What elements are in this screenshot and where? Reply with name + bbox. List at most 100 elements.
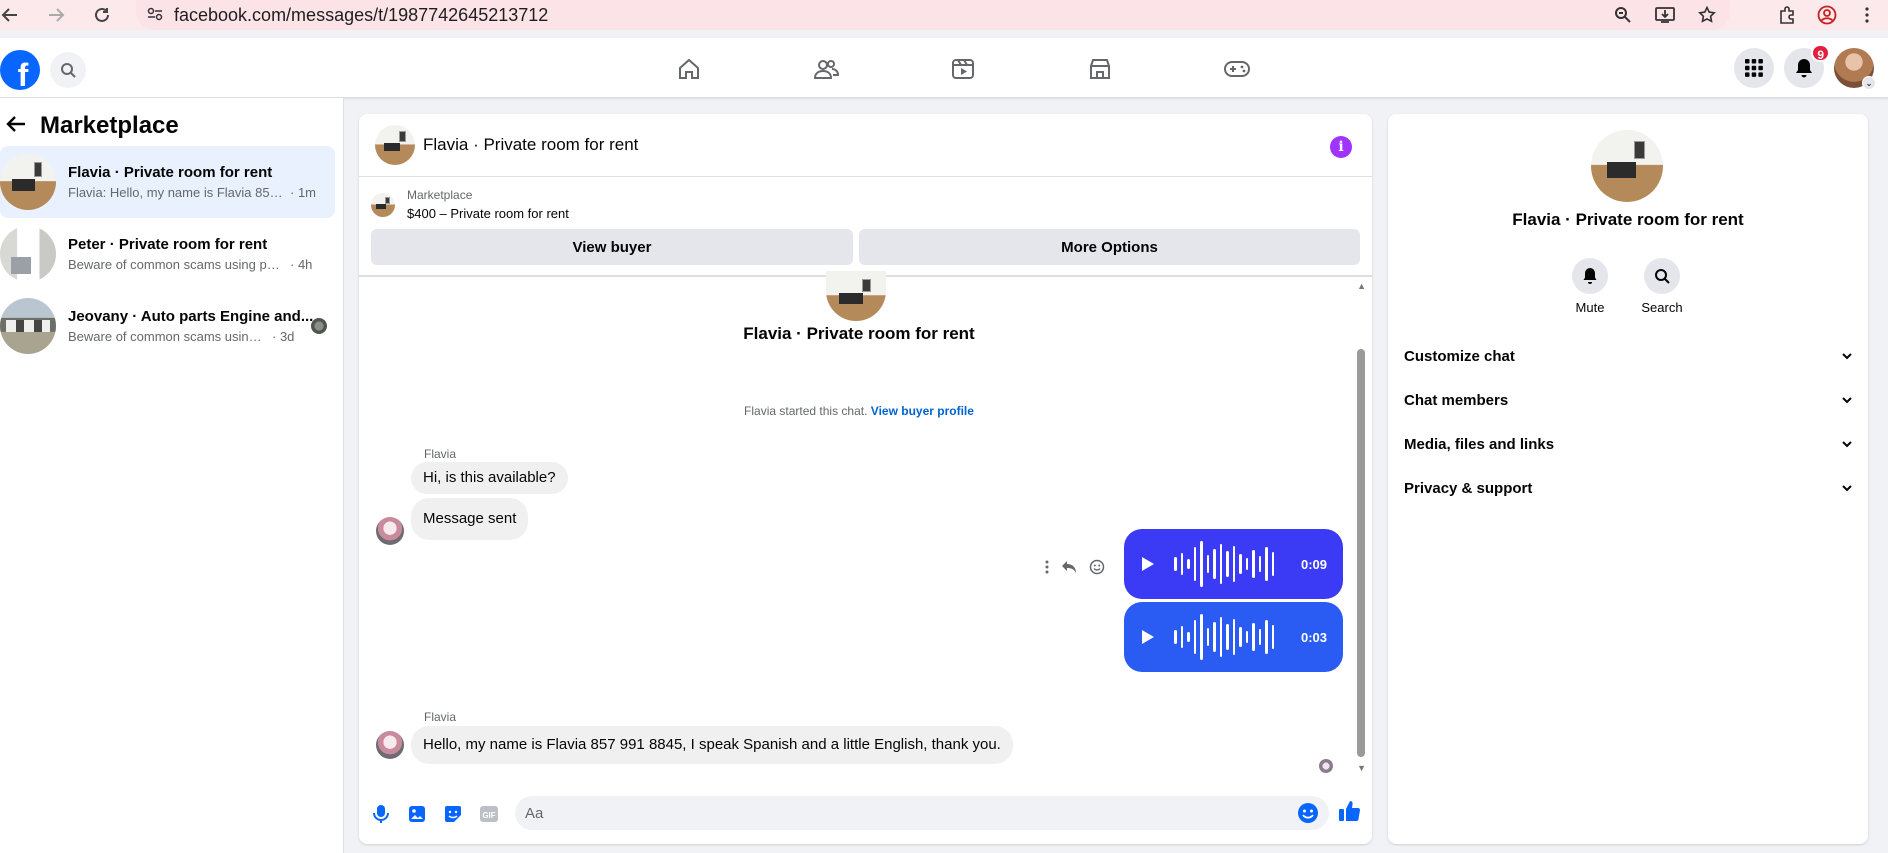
chat-details-panel: Flavia · Private room for rent Mute Sear… [1388,114,1868,844]
sender-avatar[interactable] [376,731,404,759]
site-settings-icon[interactable] [136,7,174,24]
search-in-chat-button[interactable]: Search [1632,258,1692,315]
notifications-button[interactable]: 9 [1784,44,1830,88]
section-label: Chat members [1404,391,1509,409]
menu-grid-icon[interactable] [1734,48,1774,88]
url-text: facebook.com/messages/t/1987742645213712 [174,4,549,25]
scroll-up-arrow-icon[interactable]: ▲ [1357,281,1366,291]
conversation-avatar [0,154,56,210]
marketplace-title: Marketplace [40,112,179,139]
scrollbar-thumb[interactable] [1357,349,1365,757]
gif-icon[interactable]: GIF [471,796,507,832]
section-customize-chat[interactable]: Customize chat [1404,334,1852,378]
view-buyer-button[interactable]: View buyer [371,229,853,265]
conversation-snippet: Flavia: Hello, my name is Flavia 857 9..… [68,185,286,200]
address-bar[interactable]: facebook.com/messages/t/1987742645213712 [136,0,1730,30]
marketplace-icon[interactable] [1031,52,1168,86]
extensions-icon[interactable] [1774,2,1800,28]
section-media-files-links[interactable]: Media, files and links [1404,422,1852,466]
microphone-icon[interactable] [363,796,399,832]
sender-avatar[interactable] [376,517,404,545]
section-label: Customize chat [1404,347,1515,365]
zoom-icon[interactable] [1610,2,1636,28]
reload-icon[interactable] [86,2,118,28]
bell-icon [1572,258,1608,294]
conversation-name: Peter · Private room for rent [68,236,268,253]
back-arrow-icon[interactable] [6,115,26,138]
friends-icon[interactable] [757,52,894,86]
svg-text:GIF: GIF [482,811,495,820]
listing-thumbnail[interactable] [371,193,395,217]
message-bubble[interactable]: Message sent [411,498,529,540]
chat-header: Flavia · Private room for rent i [359,114,1372,177]
message-input[interactable] [515,796,1329,830]
conversation-snippet: Beware of common scams using p... [68,329,268,344]
search-icon[interactable] [50,52,86,88]
mute-button[interactable]: Mute [1560,258,1620,315]
started-text: Flavia started this chat. [744,404,868,418]
account-avatar[interactable]: ⌄ [1834,48,1876,90]
conversation-item[interactable]: Peter · Private room for rent Beware of … [0,218,335,290]
back-icon[interactable] [0,2,26,28]
home-icon[interactable] [620,52,757,86]
voice-duration: 0:09 [1300,556,1327,572]
message-bubble[interactable]: Hello, my name is Flavia 857 991 8845, I… [411,726,1013,764]
reply-icon[interactable] [1061,560,1077,579]
message-thread[interactable]: Flavia · Private room for rent Flavia st… [359,271,1372,784]
search-label: Search [1641,300,1683,315]
bookmark-star-icon[interactable] [1694,2,1720,28]
more-actions-icon[interactable] [1045,560,1049,579]
conversation-time: · 3d [272,329,295,344]
photo-icon[interactable] [399,796,435,832]
chat-started-notice: Flavia started this chat. View buyer pro… [359,404,1359,418]
chevron-down-icon: ⌄ [1862,76,1876,90]
view-buyer-profile-link[interactable]: View buyer profile [871,404,974,418]
conversation-snippet: Beware of common scams using pay... [68,257,286,272]
thumbs-up-icon[interactable] [1337,799,1361,828]
play-icon[interactable] [1142,557,1154,571]
play-icon[interactable] [1142,630,1154,644]
sticker-icon[interactable] [435,796,471,832]
message-sender: Flavia [424,447,457,461]
browser-menu-icon[interactable] [1854,2,1880,28]
waveform [1174,539,1274,589]
gaming-icon[interactable] [1168,52,1305,86]
conversation-avatar [0,298,56,354]
details-avatar[interactable] [1591,130,1663,202]
voice-message[interactable]: 0:03 [1124,602,1343,672]
chevron-down-icon [1842,481,1852,495]
chevron-down-icon [1842,349,1852,363]
chat-window: Flavia · Private room for rent i Marketp… [359,114,1372,844]
mute-label: Mute [1575,300,1605,315]
video-icon[interactable] [894,52,1031,86]
section-label: Media, files and links [1404,435,1555,453]
react-emoji-icon[interactable] [1089,559,1105,580]
scroll-down-arrow-icon[interactable]: ▼ [1357,763,1366,773]
message-bubble[interactable]: Hi, is this available? [411,462,568,494]
voice-message[interactable]: 0:09 [1124,529,1343,599]
install-app-icon[interactable] [1652,2,1678,28]
forward-icon[interactable] [40,2,72,28]
conversation-time: · 4h [290,257,313,272]
chat-header-avatar[interactable] [375,125,415,165]
section-privacy-support[interactable]: Privacy & support [1404,466,1852,510]
conversation-list-panel: Marketplace Flavia · Private room for re… [0,98,344,853]
info-icon[interactable]: i [1330,136,1352,158]
emoji-icon[interactable] [1297,802,1319,829]
thread-title: Flavia · Private room for rent [743,324,975,343]
profile-icon[interactable] [1814,2,1840,28]
listing-price[interactable]: $400 – Private room for rent [407,206,569,221]
bell-icon [1796,59,1812,78]
conversation-avatar [0,226,56,282]
message-sender: Flavia [424,710,457,724]
read-receipt-avatar [311,318,327,334]
more-options-button[interactable]: More Options [859,229,1360,265]
facebook-logo[interactable]: f [0,50,40,90]
details-title: Flavia · Private room for rent [1512,210,1744,229]
conversation-item[interactable]: Flavia · Private room for rent Flavia: H… [0,146,335,218]
section-chat-members[interactable]: Chat members [1404,378,1852,422]
chat-title[interactable]: Flavia · Private room for rent [423,135,638,155]
conversation-item[interactable]: Jeovany · Auto parts Engine and... Bewar… [0,290,335,362]
chevron-down-icon [1842,393,1852,407]
notifications-badge: 9 [1811,44,1830,62]
